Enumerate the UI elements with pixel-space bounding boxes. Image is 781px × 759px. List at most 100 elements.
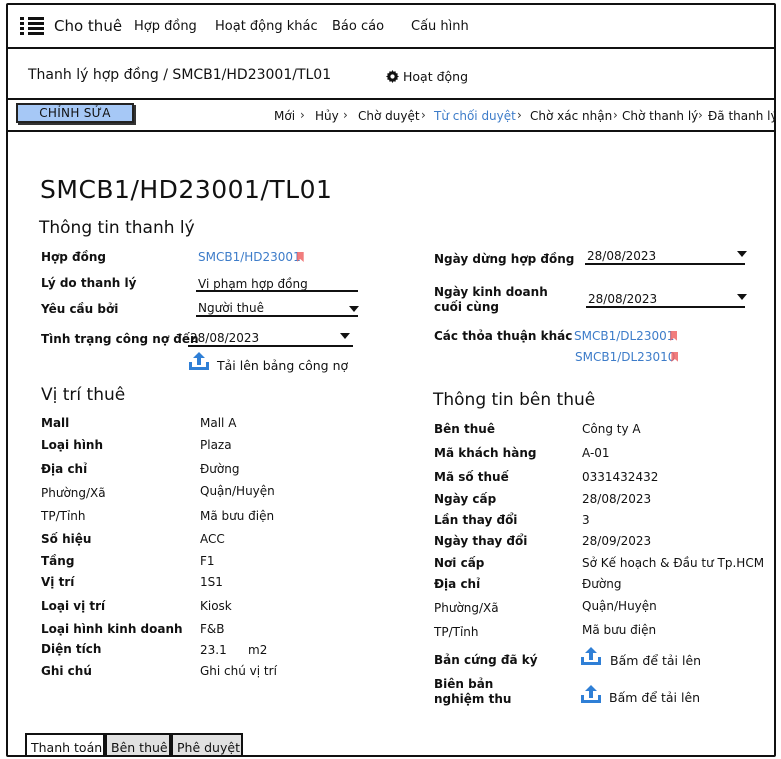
app-title[interactable]: Cho thuê: [54, 17, 122, 35]
area-unit: m2: [248, 643, 268, 657]
stage-cho-xac-nhan[interactable]: Chờ xác nhận: [530, 109, 612, 123]
tenant-row-value: Quận/Huyện: [582, 599, 657, 613]
location-row-value: Mall A: [200, 416, 237, 430]
stop-date-label: Ngày dừng hợp đồng: [434, 252, 575, 266]
upload-signed-copy-button[interactable]: Bấm để tải lên: [610, 653, 701, 668]
document-title: SMCB1/HD23001/TL01: [40, 175, 333, 204]
status-bar: CHỈNH SỬA Mới › Hủy › Chờ duyệt › Từ chố…: [8, 100, 774, 132]
last-business-underline: [586, 306, 745, 308]
upload-icon[interactable]: [188, 350, 210, 372]
chevron-down-icon[interactable]: [737, 251, 747, 257]
location-row-value: 1S1: [200, 575, 223, 589]
requested-by-underline: [196, 315, 358, 317]
location-row-label: Địa chỉ: [41, 462, 88, 476]
upload-icon[interactable]: [580, 645, 602, 667]
stage-tu-choi-duyet[interactable]: Từ chối duyệt: [434, 109, 516, 123]
chevron-right-icon: ›: [698, 108, 703, 122]
tenant-row-label: Bên thuê: [434, 422, 495, 436]
tenant-row-label: Phường/Xã: [434, 601, 499, 615]
tenant-row-label: Ngày thay đổi: [434, 534, 528, 548]
hamburger-menu-icon[interactable]: [20, 17, 44, 35]
stage-cho-thanh-ly[interactable]: Chờ thanh lý: [622, 109, 698, 123]
location-row-label: Diện tích: [41, 642, 102, 656]
nav-item-hop-dong[interactable]: Hợp đồng: [134, 19, 197, 34]
tab-thanh-toan[interactable]: Thanh toán: [25, 733, 105, 755]
tenant-row-label: Ngày cấp: [434, 492, 497, 506]
acceptance-label-line2: nghiệm thu: [434, 692, 512, 706]
agreement-link[interactable]: SMCB1/DL23010: [575, 350, 679, 364]
location-row-label: Ghi chú: [41, 664, 92, 678]
tenant-row-value: 28/08/2023: [582, 492, 652, 506]
location-row-value: Mã bưu điện: [200, 509, 275, 523]
tenant-row-value: Đường: [582, 577, 622, 591]
location-row-value: ACC: [200, 532, 225, 546]
debt-status-underline: [188, 345, 353, 347]
stage-huy[interactable]: Hủy: [315, 109, 339, 123]
chevron-down-icon[interactable]: [737, 294, 747, 300]
last-business-label-line2: cuối cùng: [434, 300, 499, 314]
section-location: Vị trí thuê: [41, 385, 126, 405]
location-row-label: Phường/Xã: [41, 486, 106, 500]
tenant-row-value: A-01: [582, 446, 610, 460]
section-tenant-info: Thông tin bên thuê: [433, 390, 596, 410]
signed-copy-label: Bản cứng đã ký: [434, 653, 538, 667]
tenant-row-value: Công ty A: [582, 422, 641, 436]
location-row-label: TP/Tỉnh: [41, 509, 86, 523]
tab-phe-duyet[interactable]: Phê duyệt: [171, 733, 243, 755]
stage-moi[interactable]: Mới: [274, 109, 295, 123]
reason-label: Lý do thanh lý: [41, 276, 137, 290]
breadcrumb: Thanh lý hợp đồng / SMCB1/HD23001/TL01: [28, 67, 332, 83]
location-row-label: Loại vị trí: [41, 599, 106, 613]
location-row-label: Vị trí: [41, 575, 75, 589]
section-liquidation-info: Thông tin thanh lý: [39, 218, 195, 238]
reason-input[interactable]: Vi phạm hợp đồng: [198, 277, 308, 291]
location-row-value: Kiosk: [200, 599, 232, 613]
app-window: Cho thuê Hợp đồng Hoạt động khác Báo cáo…: [6, 3, 776, 757]
activity-label: Hoạt động: [403, 69, 469, 84]
stop-date-input[interactable]: 28/08/2023: [587, 249, 656, 263]
location-row-value: Đường: [200, 462, 240, 476]
tenant-row-label: Lần thay đổi: [434, 513, 518, 527]
tenant-row-label: TP/Tỉnh: [434, 625, 479, 639]
stop-date-underline: [585, 263, 745, 265]
last-business-input[interactable]: 28/08/2023: [588, 292, 657, 306]
requested-by-label: Yêu cầu bởi: [41, 302, 119, 316]
nav-item-bao-cao[interactable]: Báo cáo: [332, 19, 384, 34]
edit-button[interactable]: CHỈNH SỬA: [16, 103, 134, 123]
tenant-row-label: Địa chỉ: [434, 577, 481, 591]
activity-button[interactable]: Hoạt động: [386, 69, 468, 84]
location-row-value: 23.1: [200, 643, 227, 657]
tenant-row-value: 3: [582, 513, 590, 527]
chevron-right-icon: ›: [517, 108, 522, 122]
top-navbar: Cho thuê Hợp đồng Hoạt động khác Báo cáo…: [8, 5, 774, 49]
chevron-right-icon: ›: [343, 108, 348, 122]
title-bar: Thanh lý hợp đồng / SMCB1/HD23001/TL01 H…: [8, 49, 774, 100]
debt-status-date[interactable]: 28/08/2023: [190, 331, 259, 345]
tenant-row-value: Sở Kế hoạch & Đầu tư Tp.HCM: [582, 556, 765, 570]
location-row-label: Số hiệu: [41, 532, 92, 546]
agreement-link[interactable]: SMCB1/DL23001: [574, 329, 678, 343]
last-business-label-line1: Ngày kinh doanh: [434, 285, 548, 299]
tenant-row-value: 28/09/2023: [582, 534, 652, 548]
contract-link[interactable]: SMCB1/HD23001: [198, 250, 304, 264]
location-row-value: Ghi chú vị trí: [200, 664, 277, 678]
tenant-row-value: Mã bưu điện: [582, 623, 657, 637]
gear-icon: [386, 70, 399, 83]
nav-item-hoat-dong-khac[interactable]: Hoạt động khác: [215, 19, 318, 34]
acceptance-label-line1: Biên bản: [434, 677, 494, 691]
upload-debt-button[interactable]: Tải lên bảng công nợ: [217, 358, 348, 373]
nav-item-cau-hinh[interactable]: Cấu hình: [411, 19, 469, 34]
stage-cho-duyet[interactable]: Chờ duyệt: [358, 109, 420, 123]
chevron-down-icon[interactable]: [349, 306, 359, 312]
tab-ben-thue[interactable]: Bên thuê: [105, 733, 171, 755]
location-row-value: F1: [200, 554, 215, 568]
location-row-label: Mall: [41, 416, 70, 430]
stage-da-thanh-ly[interactable]: Đã thanh lý: [708, 109, 774, 123]
upload-acceptance-button[interactable]: Bấm để tải lên: [609, 690, 700, 705]
chevron-down-icon[interactable]: [340, 333, 350, 339]
location-row-label: Tầng: [41, 554, 75, 568]
requested-by-select[interactable]: Người thuê: [198, 301, 264, 315]
tenant-row-label: Mã khách hàng: [434, 446, 537, 460]
upload-icon[interactable]: [580, 683, 602, 705]
chevron-right-icon: ›: [613, 108, 618, 122]
